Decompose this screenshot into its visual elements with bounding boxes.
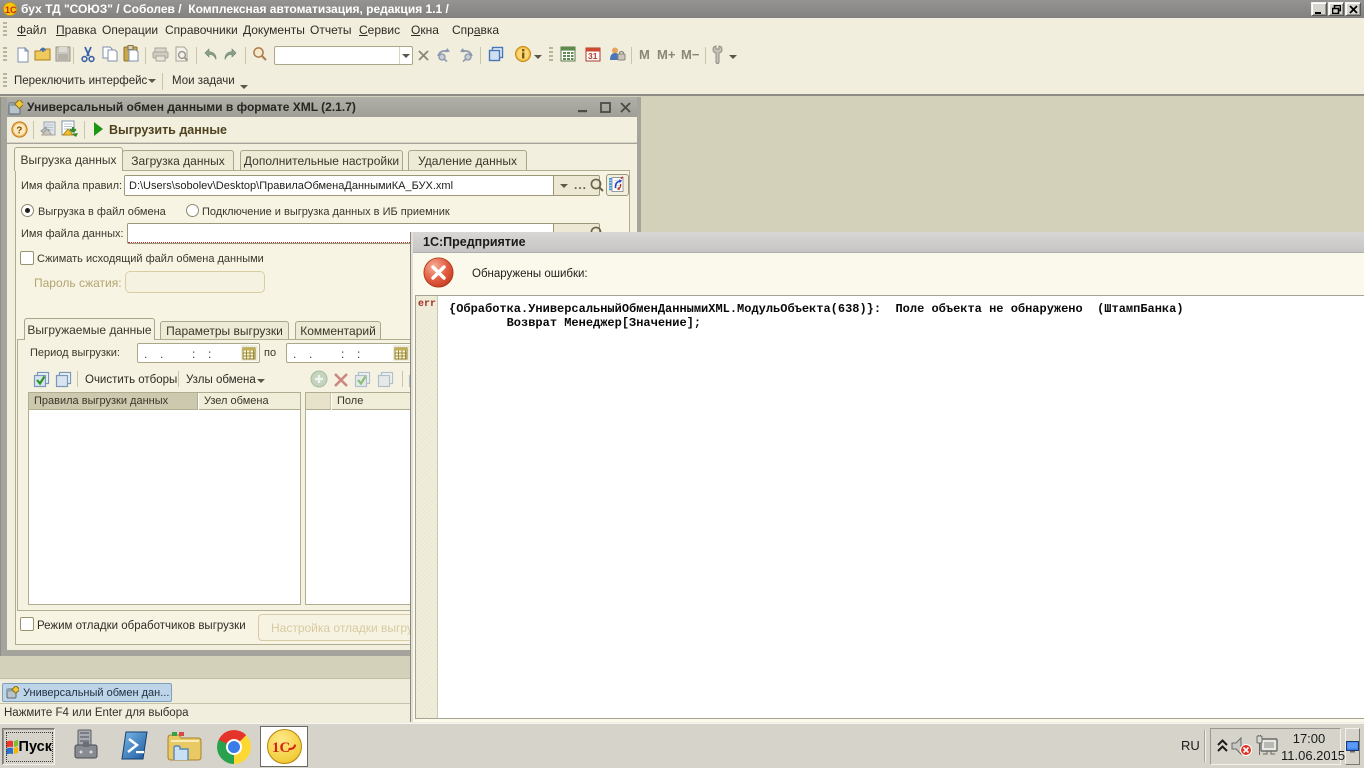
svg-text:1С: 1С — [272, 740, 290, 756]
svg-text:1С: 1С — [5, 5, 17, 15]
svg-text:31: 31 — [588, 51, 598, 61]
svg-text:?: ? — [16, 126, 22, 137]
